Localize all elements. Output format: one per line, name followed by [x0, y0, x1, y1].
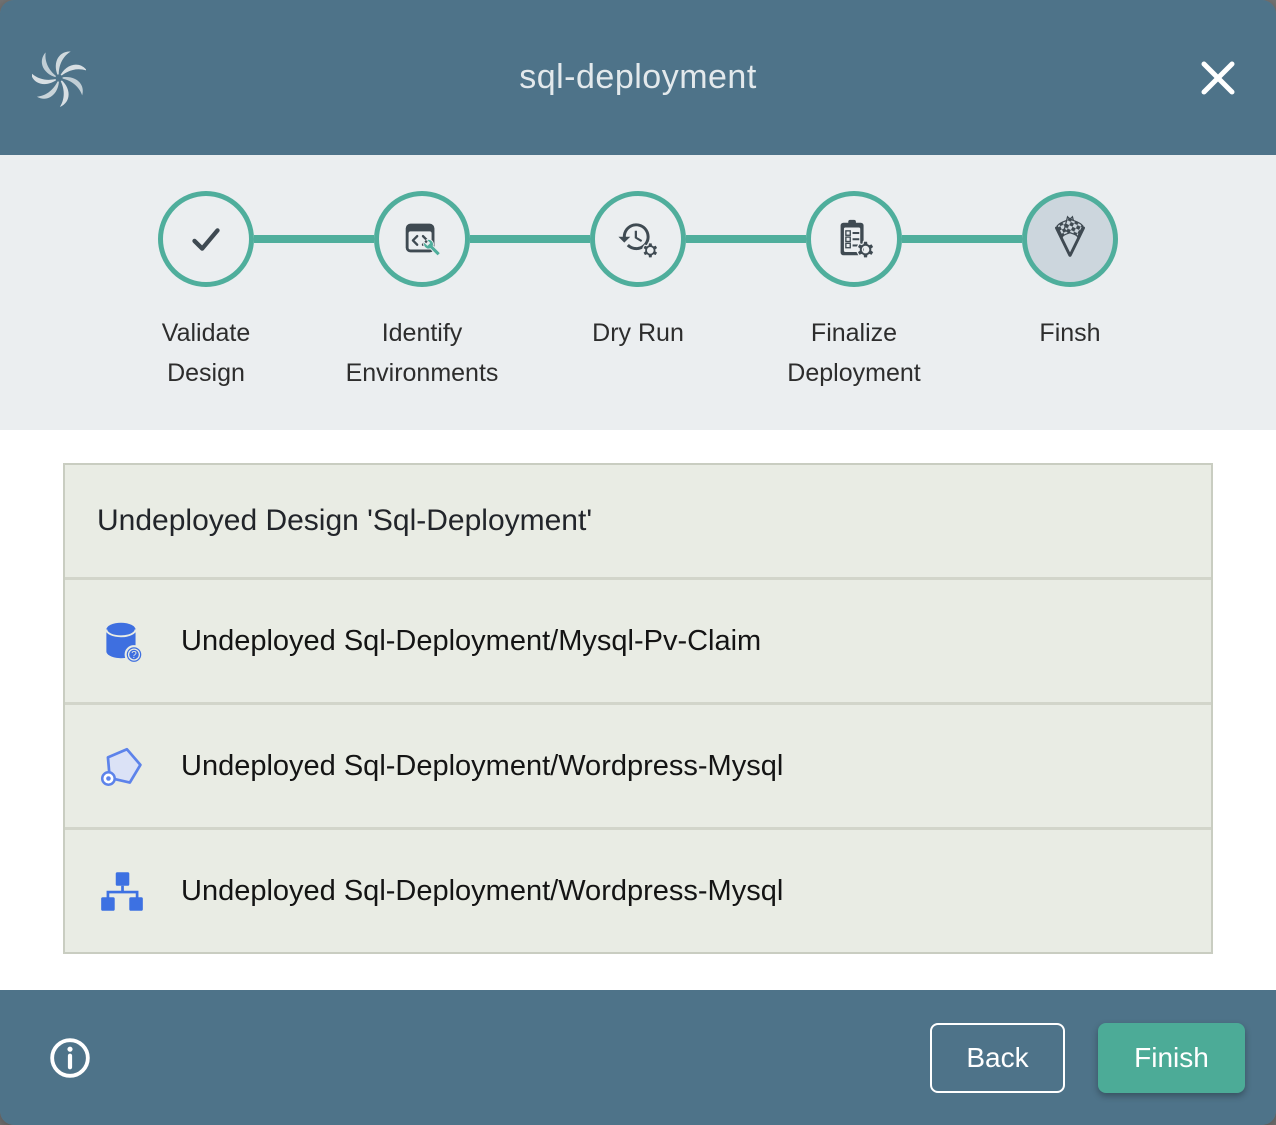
app-logo	[32, 49, 102, 107]
database-question-icon: ?	[97, 616, 147, 666]
close-icon	[1196, 56, 1240, 100]
result-row[interactable]: ? Undeployed Sql-Deployment/Mysql-Pv-Cla…	[65, 577, 1211, 702]
wizard-stepper: Validate Design Identify Environments	[0, 155, 1276, 430]
pentagon-resource-icon	[97, 741, 147, 791]
step-validate-design[interactable]: Validate Design	[98, 191, 314, 393]
step-circle	[806, 191, 902, 287]
deployment-wizard-dialog: sql-deployment Validate Design	[0, 0, 1276, 1125]
step-finish[interactable]: Finsh	[962, 191, 1178, 393]
checkered-flags-icon	[1045, 214, 1095, 264]
result-row-label: Undeployed Sql-Deployment/Mysql-Pv-Claim	[181, 625, 761, 658]
step-finalize-deployment[interactable]: Finalize Deployment	[746, 191, 962, 393]
info-button[interactable]	[47, 1035, 93, 1081]
back-button[interactable]: Back	[930, 1023, 1065, 1093]
step-label: Dry Run	[592, 313, 684, 353]
close-button[interactable]	[1192, 52, 1244, 104]
info-icon	[47, 1035, 93, 1081]
checklist-gear-icon	[831, 216, 877, 262]
finish-button[interactable]: Finish	[1098, 1023, 1245, 1093]
step-circle	[590, 191, 686, 287]
hierarchy-icon	[97, 866, 147, 916]
step-label: Identify Environments	[337, 313, 507, 393]
result-row-label: Undeployed Sql-Deployment/Wordpress-Mysq…	[181, 750, 783, 783]
dialog-header: sql-deployment	[0, 0, 1276, 155]
deployment-results-panel: Undeployed Design 'Sql-Deployment' ? Und…	[63, 463, 1213, 954]
history-gear-icon	[615, 216, 661, 262]
step-circle	[158, 191, 254, 287]
step-circle-active	[1022, 191, 1118, 287]
pinwheel-logo-icon	[32, 49, 86, 107]
result-row[interactable]: Undeployed Sql-Deployment/Wordpress-Mysq…	[65, 827, 1211, 952]
step-circle	[374, 191, 470, 287]
dialog-body: Undeployed Design 'Sql-Deployment' ? Und…	[0, 430, 1276, 990]
code-configure-icon	[399, 216, 445, 262]
step-label: Finalize Deployment	[769, 313, 939, 393]
result-row-label: Undeployed Sql-Deployment/Wordpress-Mysq…	[181, 875, 783, 908]
dialog-title: sql-deployment	[102, 58, 1174, 97]
step-label: Finsh	[1039, 313, 1100, 353]
svg-text:?: ?	[131, 650, 137, 661]
step-dry-run[interactable]: Dry Run	[530, 191, 746, 393]
result-row[interactable]: Undeployed Sql-Deployment/Wordpress-Mysq…	[65, 702, 1211, 827]
dialog-footer: Back Finish	[0, 990, 1276, 1125]
step-identify-environments[interactable]: Identify Environments	[314, 191, 530, 393]
check-icon	[183, 216, 229, 262]
step-label: Validate Design	[121, 313, 291, 393]
panel-header: Undeployed Design 'Sql-Deployment'	[65, 465, 1211, 577]
